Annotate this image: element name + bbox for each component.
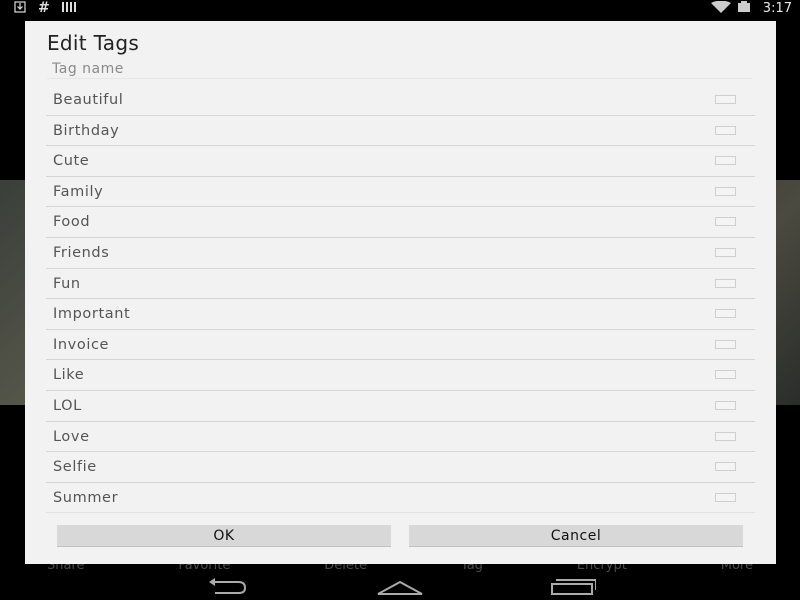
tag-checkbox[interactable]: [715, 278, 736, 288]
tag-row[interactable]: Selfie: [46, 452, 755, 483]
dialog-title: Edit Tags: [47, 31, 140, 55]
tag-checkbox[interactable]: [715, 431, 736, 441]
tag-row[interactable]: Cute: [46, 146, 755, 177]
tag-label: Important: [53, 306, 131, 323]
tag-checkbox[interactable]: [715, 247, 736, 257]
ok-button[interactable]: OK: [57, 525, 391, 547]
tag-label: Friends: [53, 244, 110, 261]
tag-row[interactable]: Birthday: [46, 116, 755, 147]
status-bar: # 3:17: [0, 0, 800, 16]
tag-checkbox[interactable]: [715, 186, 736, 196]
tag-label: Food: [53, 214, 91, 231]
tag-checkbox[interactable]: [715, 95, 736, 104]
tag-label: Fun: [53, 275, 81, 292]
status-icons-left: #: [14, 0, 76, 16]
status-clock: 3:17: [762, 0, 792, 16]
tag-checkbox[interactable]: [715, 217, 736, 227]
tag-label: Like: [53, 367, 85, 384]
recents-icon[interactable]: [550, 578, 597, 600]
download-icon: [14, 0, 26, 16]
battery-icon: [737, 0, 751, 16]
tag-checkbox[interactable]: [715, 370, 736, 380]
tag-row[interactable]: LOL: [46, 391, 755, 422]
tag-label: Selfie: [53, 459, 97, 476]
tag-label: Love: [53, 428, 90, 445]
tag-checkbox[interactable]: [715, 339, 736, 349]
tag-label: Beautiful: [53, 92, 124, 108]
tag-label: Invoice: [53, 336, 110, 353]
tag-row[interactable]: Food: [46, 207, 755, 238]
cancel-button[interactable]: Cancel: [409, 525, 743, 547]
tag-row[interactable]: Friends: [46, 238, 755, 269]
tag-label: Family: [53, 183, 104, 200]
tag-label: Cute: [53, 153, 90, 170]
back-icon[interactable]: [205, 578, 251, 600]
tag-label: LOL: [53, 397, 82, 414]
hash-icon: #: [38, 0, 50, 16]
wifi-icon: [710, 0, 731, 16]
tag-row[interactable]: Beautiful: [46, 85, 755, 116]
tag-row[interactable]: Family: [46, 177, 755, 208]
edit-tags-dialog: Edit Tags Beautiful Birthday Cute Family Foo…: [25, 21, 776, 564]
home-icon[interactable]: [376, 578, 424, 600]
tag-row[interactable]: Like: [46, 360, 755, 391]
tag-checkbox[interactable]: [715, 492, 736, 502]
status-icons-right: 3:17: [710, 0, 792, 16]
tag-row[interactable]: Love: [46, 422, 755, 453]
navigation-bar: [0, 575, 800, 600]
tag-label: Summer: [53, 489, 119, 506]
tag-checkbox[interactable]: [715, 462, 736, 472]
tag-name-input[interactable]: [47, 59, 752, 79]
tag-row[interactable]: Summer: [46, 483, 755, 514]
signal-bars-icon: [61, 1, 76, 15]
tag-label: Birthday: [53, 122, 120, 139]
tag-list: Beautiful Birthday Cute Family Food Friends Fu…: [46, 85, 755, 514]
tag-row[interactable]: Important: [46, 299, 755, 330]
tag-checkbox[interactable]: [715, 156, 736, 166]
tag-row[interactable]: Invoice: [46, 330, 755, 361]
tag-checkbox[interactable]: [715, 400, 736, 410]
tag-checkbox[interactable]: [715, 125, 736, 135]
tag-checkbox[interactable]: [715, 309, 736, 319]
tag-row[interactable]: Fun: [46, 269, 755, 300]
